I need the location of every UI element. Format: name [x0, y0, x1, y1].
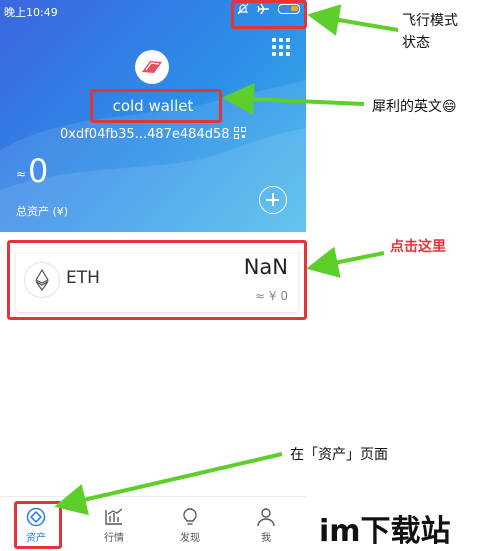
- annotation-arrows: [54, 4, 399, 516]
- watermark-logo: im下载站: [319, 514, 451, 549]
- note-click-here: 点击这里: [390, 239, 446, 255]
- note-english-name: 犀利的英文😄: [372, 99, 457, 115]
- note-airplane-mode: 飞行模式 状态: [402, 13, 458, 51]
- note-assets-page: 在「资产」页面: [290, 447, 388, 463]
